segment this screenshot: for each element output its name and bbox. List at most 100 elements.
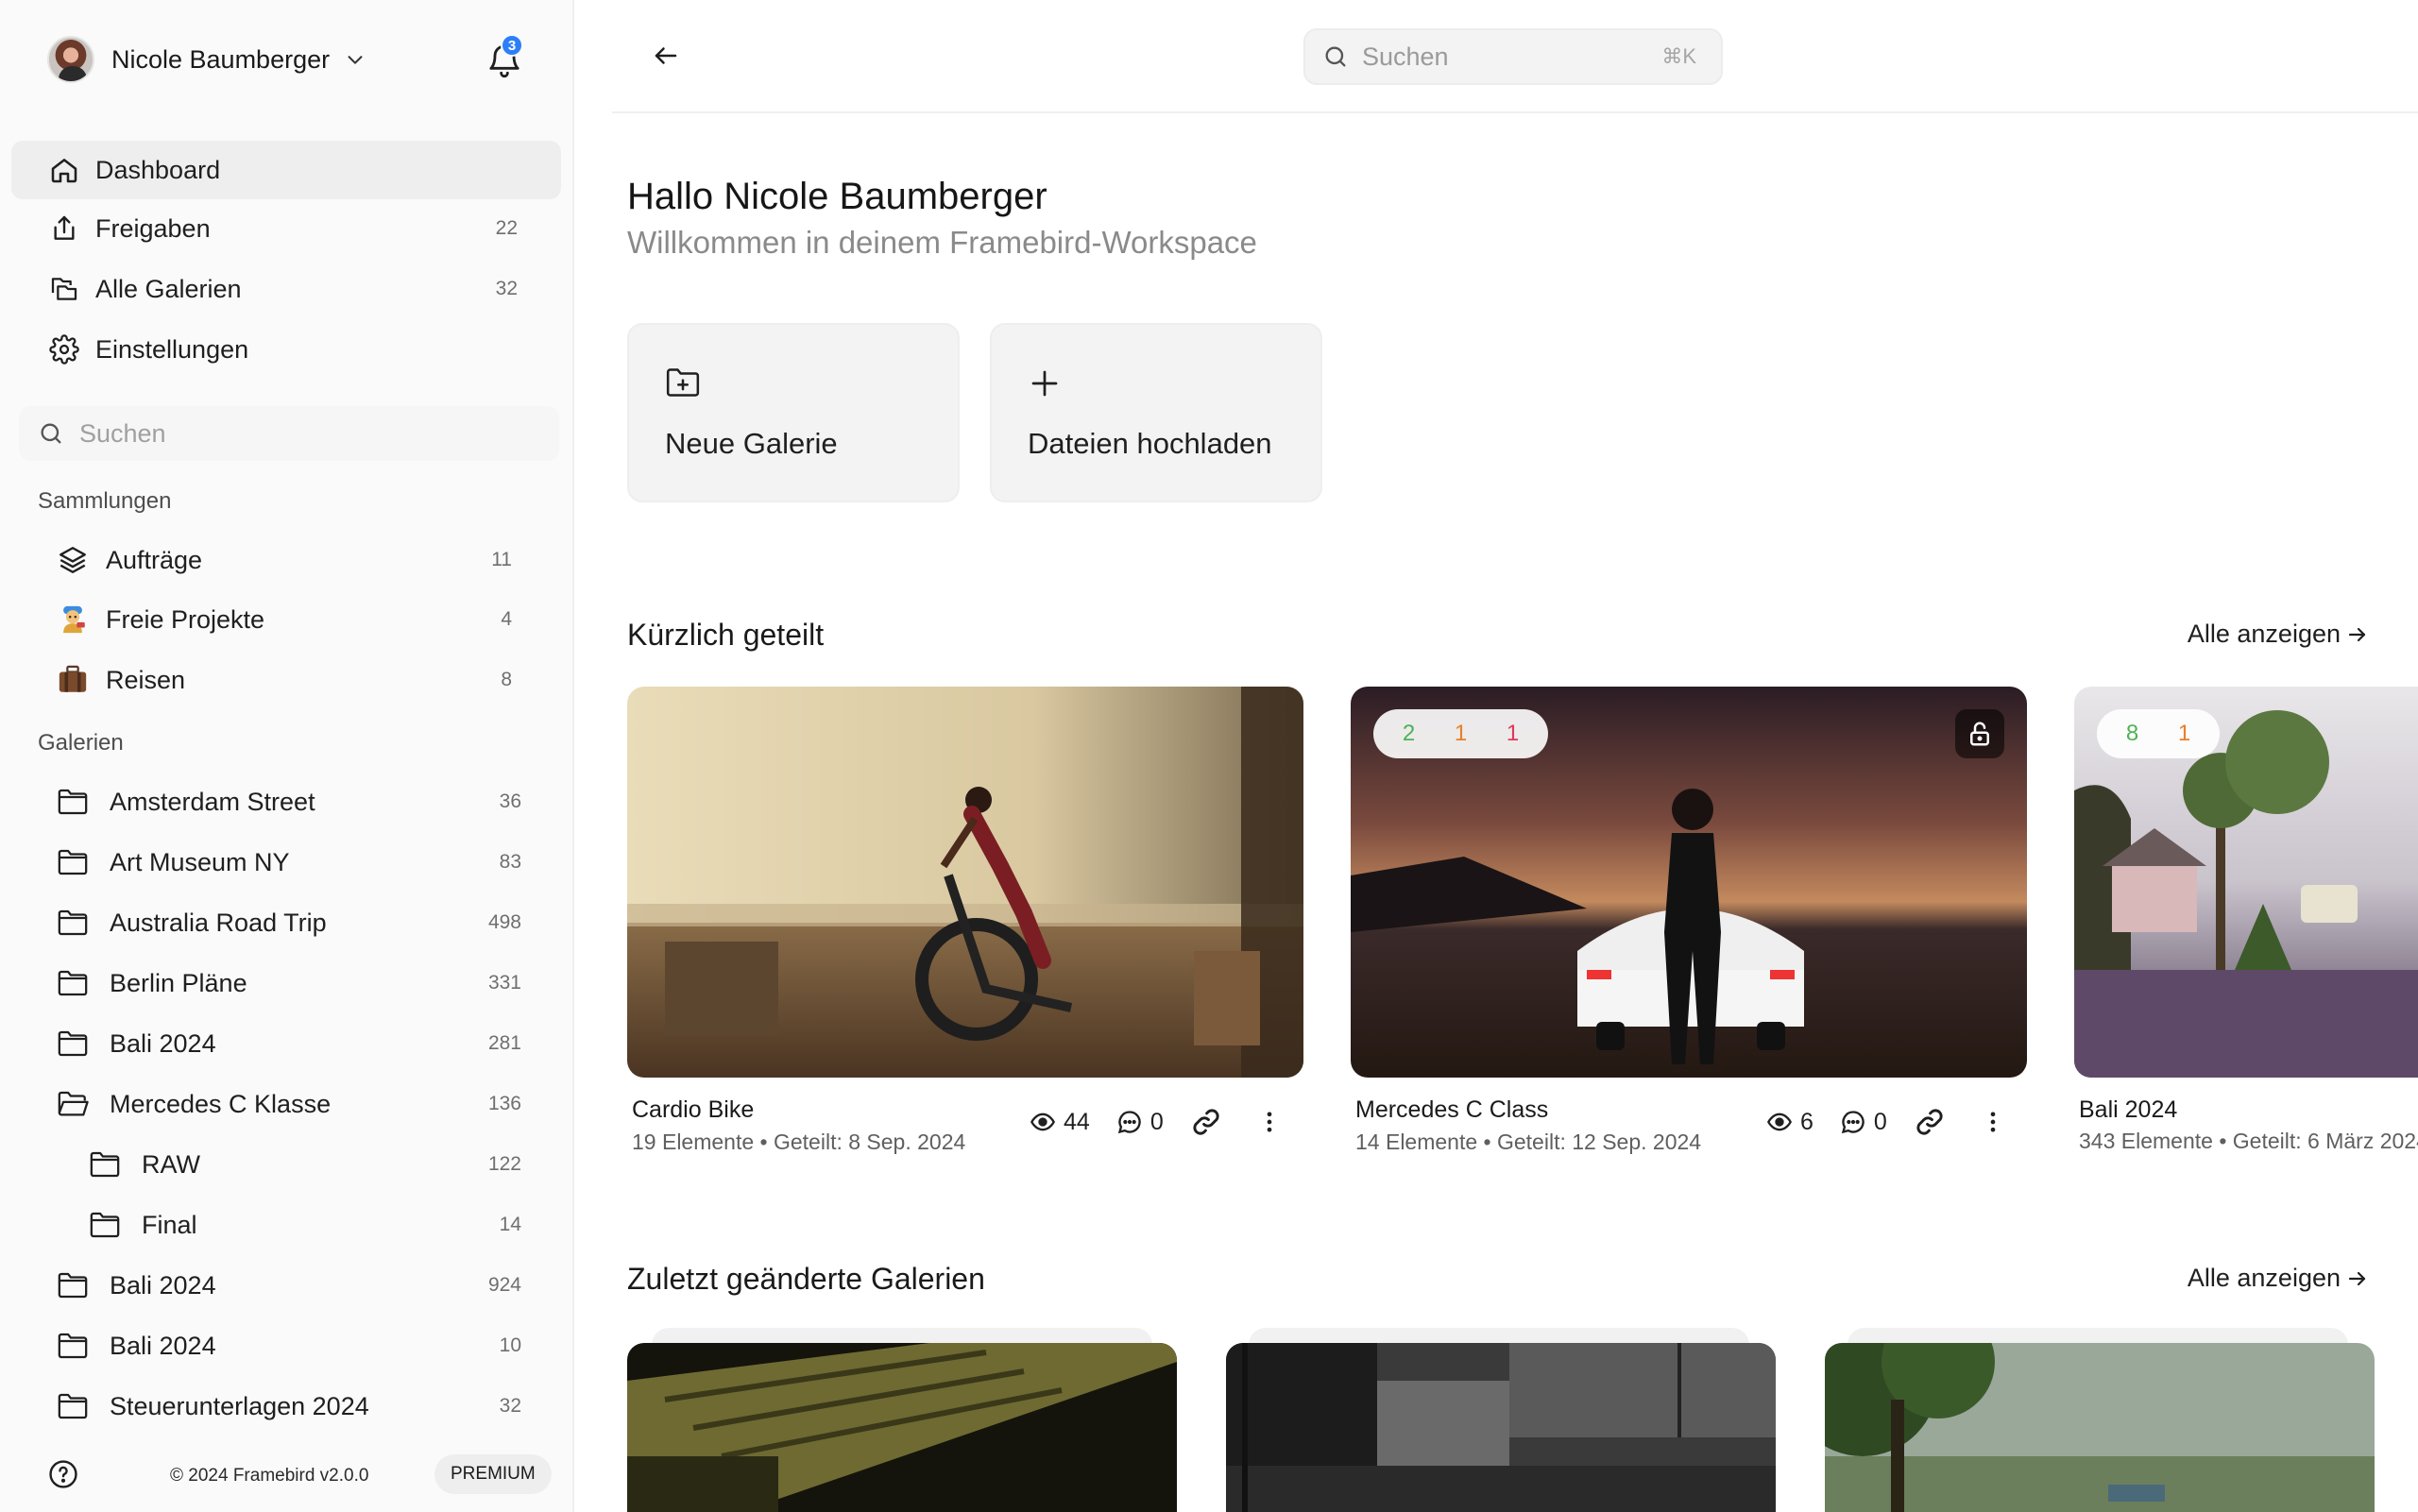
gallery-item[interactable]: Bali 2024 10 xyxy=(11,1317,561,1375)
link-icon[interactable] xyxy=(1914,1108,1953,1136)
gallery-item[interactable]: Bali 2024 281 xyxy=(11,1014,561,1073)
folder-icon xyxy=(57,848,89,876)
folder-icon xyxy=(89,1150,121,1179)
gallery-label: Australia Road Trip xyxy=(110,908,327,937)
gallery-count: 331 xyxy=(487,972,521,994)
plus-icon xyxy=(1028,366,1062,400)
gallery-label: RAW xyxy=(142,1149,200,1179)
search-icon xyxy=(38,420,64,447)
views-stat: 6 xyxy=(1766,1109,1814,1136)
gallery-label: Bali 2024 xyxy=(110,1270,216,1300)
nav-einstellungen[interactable]: Einstellungen xyxy=(11,320,561,379)
gallery-item[interactable]: Steuerunterlagen 2024 32 xyxy=(11,1377,561,1436)
more-vertical-icon[interactable] xyxy=(1256,1109,1290,1135)
card-meta: 343 Elemente • Geteilt: 6 März 2024 xyxy=(2079,1129,2418,1154)
share-icon xyxy=(49,213,79,244)
folder-plus-icon xyxy=(665,366,701,399)
folder-icon xyxy=(57,969,89,997)
review-badges: 2 1 1 xyxy=(1373,709,1548,758)
folder-icon xyxy=(89,1211,121,1239)
gallery-label: Art Museum NY xyxy=(110,847,290,876)
folder-icon xyxy=(57,1029,89,1058)
lock-icon[interactable] xyxy=(1955,709,2004,758)
sidebar-search-input[interactable] xyxy=(79,418,533,449)
collection-item[interactable]: Aufträge 11 xyxy=(11,531,561,589)
gallery-count: 83 xyxy=(499,851,521,873)
shared-gallery-card[interactable]: 2 1 1 xyxy=(1351,687,2027,1078)
gallery-label: Bali 2024 xyxy=(110,1331,216,1360)
gallery-count: 136 xyxy=(487,1093,521,1114)
gallery-card[interactable] xyxy=(1226,1343,1776,1512)
collection-label: Aufträge xyxy=(106,545,203,574)
more-vertical-icon[interactable] xyxy=(1980,1109,2014,1135)
global-search-input[interactable] xyxy=(1362,42,1645,72)
help-icon[interactable] xyxy=(47,1458,79,1490)
gallery-count: 122 xyxy=(487,1153,521,1175)
shared-gallery-card[interactable] xyxy=(627,687,1303,1078)
nav-alle-galerien[interactable]: Alle Galerien 32 xyxy=(11,260,561,318)
global-search[interactable]: ⌘K xyxy=(1303,28,1723,85)
gallery-count: 14 xyxy=(499,1214,521,1235)
views-stat: 44 xyxy=(1030,1109,1090,1136)
new-gallery-button[interactable]: Neue Galerie xyxy=(627,323,960,502)
comments-stat: 0 xyxy=(1840,1109,1887,1136)
shared-gallery-card[interactable]: 8 1 xyxy=(2074,687,2418,1078)
card-item-count: 19 Elemente xyxy=(632,1130,755,1154)
show-all-shared-link[interactable]: Alle anzeigen xyxy=(2188,620,2369,649)
gallery-item[interactable]: Australia Road Trip 498 xyxy=(11,893,561,952)
show-all-galleries-link[interactable]: Alle anzeigen xyxy=(2188,1264,2369,1293)
gallery-card[interactable] xyxy=(1825,1343,2375,1512)
gallery-count: 36 xyxy=(499,790,521,812)
gallery-subitem[interactable]: RAW 122 xyxy=(11,1135,561,1194)
collection-count: 11 xyxy=(491,549,512,570)
sidebar-search[interactable] xyxy=(19,406,559,461)
card-meta: 19 Elemente • Geteilt: 8 Sep. 2024 xyxy=(632,1130,965,1155)
gallery-item[interactable]: Art Museum NY 83 xyxy=(11,833,561,892)
home-icon xyxy=(49,155,79,185)
action-label: Dateien hochladen xyxy=(1028,427,1272,460)
card-shared-date: Geteilt: 12 Sep. 2024 xyxy=(1496,1130,1702,1154)
comment-icon xyxy=(1841,1111,1865,1134)
user-menu[interactable]: Nicole Baumberger xyxy=(47,36,366,83)
collection-item[interactable]: Freie Projekte 4 xyxy=(11,590,561,649)
collections-title: Sammlungen xyxy=(38,488,172,514)
card-title: Bali 2024 xyxy=(2079,1096,2178,1123)
user-name: Nicole Baumberger xyxy=(111,44,331,74)
arrow-right-icon xyxy=(2341,623,2369,646)
search-shortcut: ⌘K xyxy=(1661,44,1696,68)
nav-dashboard[interactable]: Dashboard xyxy=(11,141,561,199)
dot-separator: • xyxy=(1483,1130,1497,1154)
badge-pending-count: 1 xyxy=(1454,721,1468,746)
page-title: Hallo Nicole Baumberger xyxy=(627,176,1047,217)
card-meta: 14 Elemente • Geteilt: 12 Sep. 2024 xyxy=(1355,1130,1701,1155)
copyright: © 2024 Framebird v2.0.0 xyxy=(170,1466,369,1486)
card-stats: 44 0 xyxy=(1030,1108,1290,1136)
card-shared-date: Geteilt: 6 März 2024 xyxy=(2232,1129,2418,1153)
gallery-item[interactable]: Bali 2024 924 xyxy=(11,1256,561,1315)
layers-icon xyxy=(57,544,89,576)
gallery-item[interactable]: Berlin Pläne 331 xyxy=(11,954,561,1012)
link-icon[interactable] xyxy=(1190,1108,1230,1136)
topbar: ⌘K xyxy=(612,0,2418,113)
views-count: 6 xyxy=(1800,1108,1814,1135)
collection-item[interactable]: Reisen 8 xyxy=(11,651,561,709)
gallery-label: Mercedes C Klasse xyxy=(110,1089,332,1118)
nav-label: Dashboard xyxy=(95,155,221,184)
gallery-item-expanded[interactable]: Mercedes C Klasse 136 xyxy=(11,1075,561,1133)
upload-files-button[interactable]: Dateien hochladen xyxy=(990,323,1322,502)
nav-freigaben[interactable]: Freigaben 22 xyxy=(11,199,561,258)
gear-icon xyxy=(49,334,79,365)
nav-label: Alle Galerien xyxy=(95,274,242,303)
gallery-item[interactable]: Amsterdam Street 36 xyxy=(11,773,561,831)
comments-count: 0 xyxy=(1873,1108,1887,1135)
gallery-card[interactable] xyxy=(627,1343,1177,1512)
gallery-subitem[interactable]: Final 14 xyxy=(11,1196,561,1254)
avatar xyxy=(47,36,94,83)
eye-icon xyxy=(1767,1113,1792,1131)
gallery-count: 10 xyxy=(499,1334,521,1356)
back-arrow-icon[interactable] xyxy=(652,42,680,70)
review-badges: 8 1 xyxy=(2097,709,2220,758)
comments-stat: 0 xyxy=(1116,1109,1164,1136)
gallery-label: Bali 2024 xyxy=(110,1028,216,1058)
premium-badge[interactable]: PREMIUM xyxy=(434,1454,552,1494)
